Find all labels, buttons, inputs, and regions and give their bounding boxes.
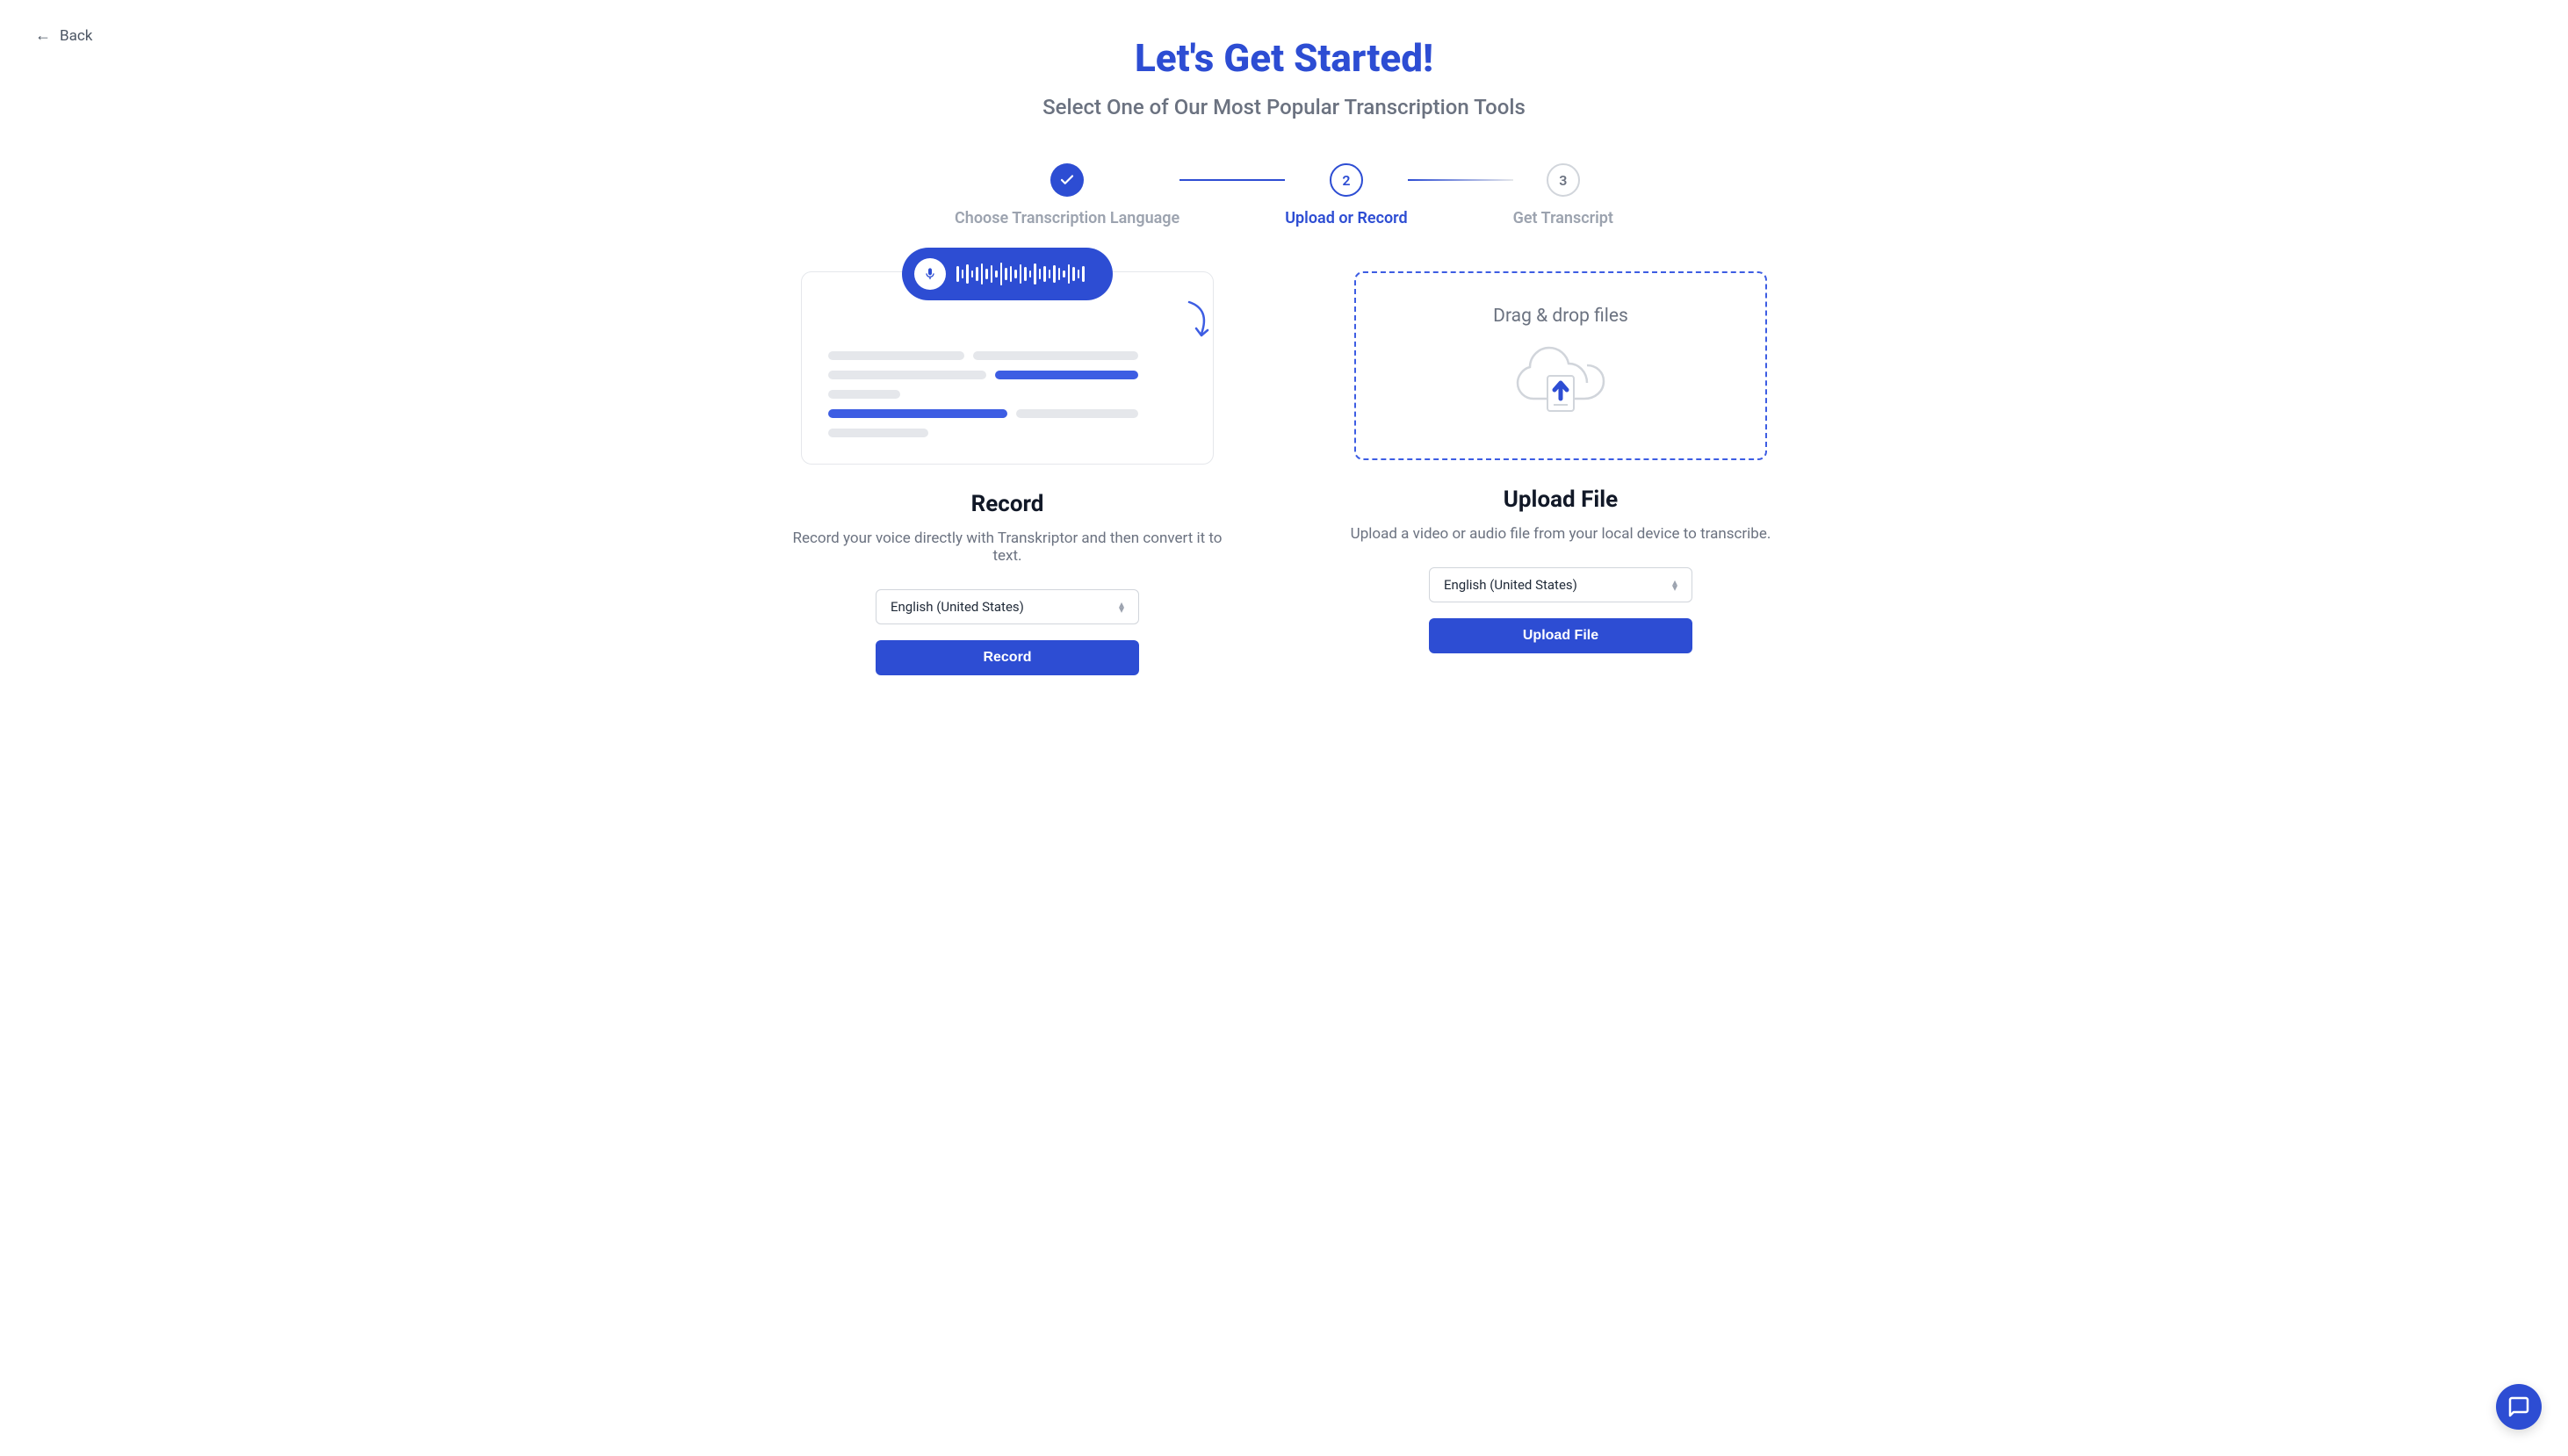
upload-option: Drag & drop files Upload File Upload a v… [1341, 271, 1780, 675]
record-pill [902, 248, 1113, 300]
record-description: Record your voice directly with Transkri… [788, 530, 1227, 565]
stepper: Choose Transcription Language 2 Upload o… [731, 163, 1837, 227]
step-1-label: Choose Transcription Language [955, 209, 1179, 227]
microphone-icon [923, 267, 937, 281]
check-icon [1059, 172, 1075, 188]
chat-icon [2508, 1396, 2529, 1417]
chevron-updown-icon: ▴▾ [1672, 580, 1677, 590]
mic-icon-circle [914, 258, 946, 290]
upload-description: Upload a video or audio file from your l… [1351, 525, 1771, 543]
step-circle-pending: 3 [1547, 163, 1580, 197]
step-3-label: Get Transcript [1513, 209, 1613, 227]
waveform-icon [956, 261, 1085, 287]
upload-button[interactable]: Upload File [1429, 618, 1692, 653]
record-button[interactable]: Record [876, 640, 1139, 675]
upload-dropzone[interactable]: Drag & drop files [1354, 271, 1767, 460]
record-language-select[interactable]: English (United States) ▴▾ [876, 589, 1139, 624]
record-illustration [801, 271, 1214, 465]
step-2: 2 Upload or Record [1285, 163, 1407, 227]
step-line-1 [1179, 179, 1285, 181]
step-circle-active: 2 [1330, 163, 1363, 197]
dropzone-text: Drag & drop files [1493, 306, 1628, 327]
chevron-updown-icon: ▴▾ [1119, 602, 1124, 612]
chat-widget-button[interactable] [2496, 1384, 2542, 1430]
curve-arrow-icon [1186, 299, 1216, 342]
step-2-label: Upload or Record [1285, 209, 1407, 227]
step-1: Choose Transcription Language [955, 163, 1179, 227]
upload-language-value: English (United States) [1444, 577, 1577, 593]
back-label: Back [60, 27, 92, 45]
record-title: Record [971, 491, 1044, 517]
page-subtitle: Select One of Our Most Popular Transcrip… [731, 95, 1837, 119]
record-language-value: English (United States) [891, 599, 1024, 615]
upload-language-select[interactable]: English (United States) ▴▾ [1429, 567, 1692, 602]
cloud-upload-icon [1512, 339, 1609, 427]
step-circle-completed [1050, 163, 1084, 197]
page-title: Let's Get Started! [731, 35, 1837, 81]
back-link[interactable]: ← Back [35, 26, 92, 45]
record-option: Record Record your voice directly with T… [788, 271, 1227, 675]
arrow-left-icon: ← [35, 26, 51, 45]
step-3: 3 Get Transcript [1513, 163, 1613, 227]
upload-title: Upload File [1504, 487, 1618, 513]
step-line-2 [1408, 179, 1513, 181]
